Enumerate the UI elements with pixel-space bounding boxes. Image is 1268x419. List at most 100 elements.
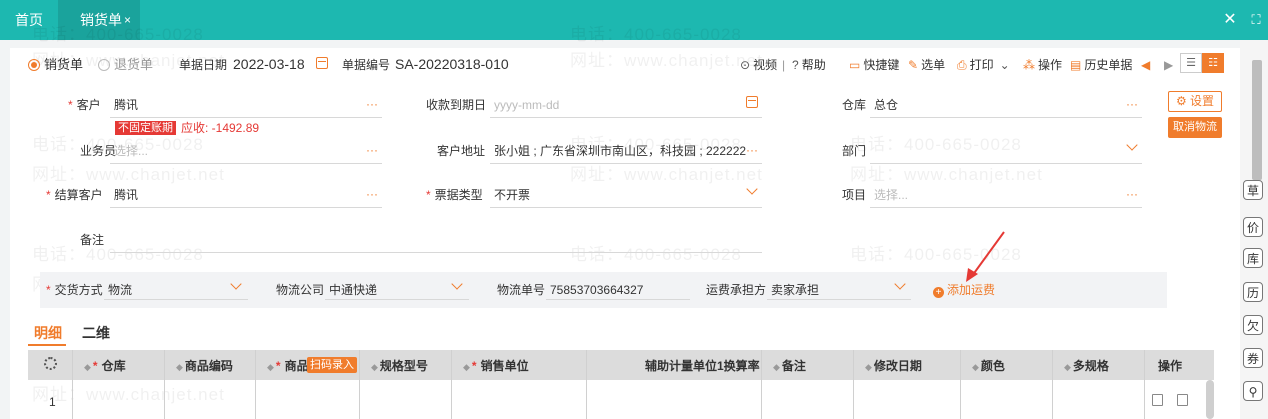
debt-icon[interactable]: 欠 [1243, 315, 1263, 335]
more-icon[interactable]: ··· [366, 188, 378, 200]
radio-return-order[interactable]: 退货单 [98, 57, 153, 73]
field-underline [490, 163, 762, 164]
add-freight-link[interactable]: + 添加运费 [933, 282, 995, 298]
settle-customer-label: * 结算客户 [46, 188, 103, 202]
settle-customer-input[interactable]: 腾讯 [114, 187, 138, 203]
shortcut-button[interactable]: ▭ 快捷键 [849, 57, 899, 73]
field-underline [110, 163, 382, 164]
number-value[interactable]: SA-20220318-010 [395, 55, 509, 73]
gear-icon: ⚙ [1175, 94, 1191, 108]
date-value[interactable]: 2022-03-18 [233, 55, 305, 73]
calendar-icon[interactable] [746, 96, 758, 108]
tab-sales-order[interactable]: 销货单 × [58, 0, 140, 40]
calendar-icon[interactable] [316, 57, 328, 69]
salesman-input[interactable]: 选择... [114, 143, 148, 159]
tab-home[interactable]: 首页 [0, 0, 58, 40]
tab-detail[interactable]: 明细 [34, 324, 62, 342]
page-scrollbar[interactable] [1252, 60, 1262, 180]
remark-label: 备注 [80, 233, 105, 247]
project-input[interactable]: 选择... [874, 187, 908, 203]
field-underline [546, 299, 690, 300]
col-modified[interactable]: ◆ 修改日期 [865, 358, 922, 375]
print-label: 打印 [969, 58, 994, 72]
history-button[interactable]: ▤ 历史单据 [1070, 57, 1132, 73]
project-label: 项目 [842, 188, 867, 202]
more-icon[interactable]: ··· [1126, 188, 1138, 200]
column-divider [451, 350, 452, 419]
col-multi-spec[interactable]: ◆ 多规格 [1064, 358, 1109, 375]
more-icon[interactable]: ··· [746, 144, 758, 156]
field-underline [490, 207, 762, 208]
logistics-company-select[interactable]: 中通快递 [329, 282, 377, 298]
tracking-input[interactable]: 75853703664327 [550, 282, 643, 298]
delivery-select[interactable]: 物流 [108, 282, 132, 298]
close-icon[interactable]: ✕ [1222, 0, 1238, 40]
col-note[interactable]: ◆ 备注 [773, 358, 806, 375]
detail-view-icon[interactable]: ☷ [1202, 53, 1224, 73]
select-order-button[interactable]: ✎ 选单 [908, 57, 945, 73]
cancel-logistics-button[interactable]: 取消物流 [1168, 117, 1222, 138]
video-link[interactable]: ⊙ 视频 [740, 57, 777, 73]
stock-icon[interactable]: 库 [1243, 248, 1263, 268]
list-view-icon[interactable]: ☰ [1180, 53, 1202, 73]
col-product[interactable]: ◆ * 商品 [267, 358, 309, 375]
due-date-input[interactable]: yyyy-mm-dd [494, 97, 559, 113]
attachment-icon[interactable]: ⚲ [1243, 381, 1263, 401]
address-label: 客户地址 [437, 144, 486, 158]
tab-close-icon[interactable]: × [124, 0, 131, 40]
draft-icon[interactable]: 草 [1243, 180, 1263, 200]
receivable-amount: 应收: -1492.89 [181, 121, 260, 135]
divider: | [782, 58, 786, 72]
address-input[interactable]: 张小姐 ; 广东省深圳市南山区，科技园 ; 222222 [494, 143, 746, 159]
field-underline [110, 207, 382, 208]
remark-input[interactable] [110, 252, 762, 253]
col-ratio[interactable]: 辅助计量单位1换算率 [645, 358, 760, 374]
fullscreen-icon[interactable]: ⛶ [1248, 0, 1264, 40]
more-icon[interactable]: ··· [1126, 98, 1138, 110]
copy-icon[interactable] [1177, 394, 1188, 406]
col-warehouse[interactable]: ◆ * 仓库 [84, 358, 126, 375]
next-arrow-icon[interactable]: ▶ [1164, 57, 1173, 73]
history-side-icon[interactable]: 历 [1243, 282, 1263, 302]
shortcut-label: 快捷键 [863, 58, 900, 72]
plus-icon: + [933, 287, 944, 298]
due-date-label: 收款到期日 [426, 98, 487, 112]
settings-button[interactable]: ⚙ 设置 [1168, 91, 1222, 112]
help-link[interactable]: ? 帮助 [792, 57, 826, 73]
col-color[interactable]: ◆ 颜色 [972, 358, 1005, 375]
scan-entry-button[interactable]: 扫码录入 [307, 357, 357, 373]
radio-sales-order[interactable]: 销货单 [28, 57, 83, 73]
operation-button[interactable]: ⁂ 操作 [1023, 57, 1062, 73]
col-unit[interactable]: ◆ * 销售单位 [463, 358, 529, 375]
more-icon[interactable]: ··· [366, 144, 378, 156]
more-icon[interactable]: ··· [366, 98, 378, 110]
salesman-label: 业务员 [80, 144, 117, 158]
dept-label: 部门 [842, 144, 867, 158]
prev-arrow-icon[interactable]: ◀ [1141, 57, 1150, 73]
col-code[interactable]: ◆ 商品编码 [176, 358, 233, 375]
select-icon: ✎ [908, 58, 919, 72]
col-spec[interactable]: ◆ 规格型号 [371, 358, 428, 375]
radio-checked-icon [28, 59, 40, 71]
invoice-type-select[interactable]: 不开票 [494, 187, 530, 203]
column-divider [960, 350, 961, 419]
help-label: 帮助 [801, 58, 826, 72]
field-underline [870, 163, 1142, 164]
tab-2d[interactable]: 二维 [82, 324, 110, 342]
price-icon[interactable]: 价 [1243, 217, 1263, 237]
table-row: 1 [49, 395, 56, 409]
print-button[interactable]: ⎙ 打印 ⌄ [957, 57, 1010, 73]
tracking-label: 物流单号 [497, 283, 546, 297]
table-scrollbar[interactable] [1206, 380, 1214, 419]
radio-sales-label: 销货单 [44, 57, 84, 72]
warehouse-input[interactable]: 总仓 [874, 97, 898, 113]
freight-payer-select[interactable]: 卖家承担 [771, 282, 819, 298]
column-divider [586, 350, 587, 419]
coupon-icon[interactable]: 券 [1243, 348, 1263, 368]
chevron-down-icon: ⌄ [999, 58, 1010, 72]
gear-icon[interactable] [44, 357, 57, 370]
trash-icon[interactable] [1152, 394, 1163, 406]
column-divider [164, 350, 165, 419]
customer-input[interactable]: 腾讯 [114, 97, 138, 113]
freight-payer-label: 运费承担方 [706, 283, 767, 297]
